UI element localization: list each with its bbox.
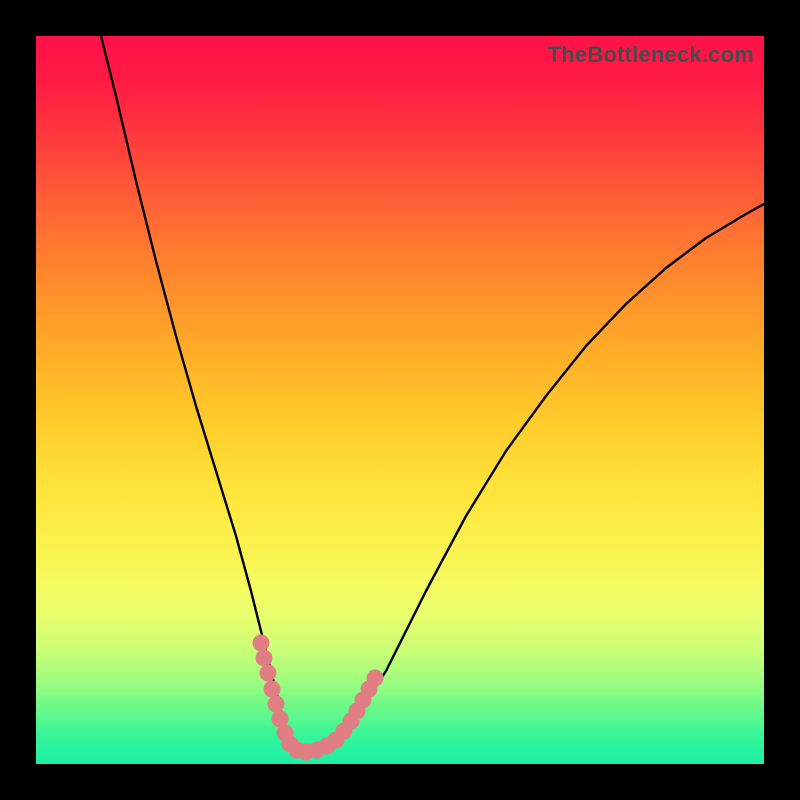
marker-dot (253, 635, 270, 652)
bottleneck-curve (101, 36, 764, 752)
highlight-markers (253, 635, 384, 761)
curve-layer (36, 36, 764, 764)
watermark-text: TheBottleneck.com (548, 42, 754, 68)
marker-dot (256, 650, 273, 667)
marker-dot (264, 681, 281, 698)
marker-dot (268, 696, 285, 713)
plot-area: TheBottleneck.com (36, 36, 764, 764)
marker-dot (260, 665, 277, 682)
chart-frame: TheBottleneck.com (0, 0, 800, 800)
marker-dot (367, 670, 384, 687)
